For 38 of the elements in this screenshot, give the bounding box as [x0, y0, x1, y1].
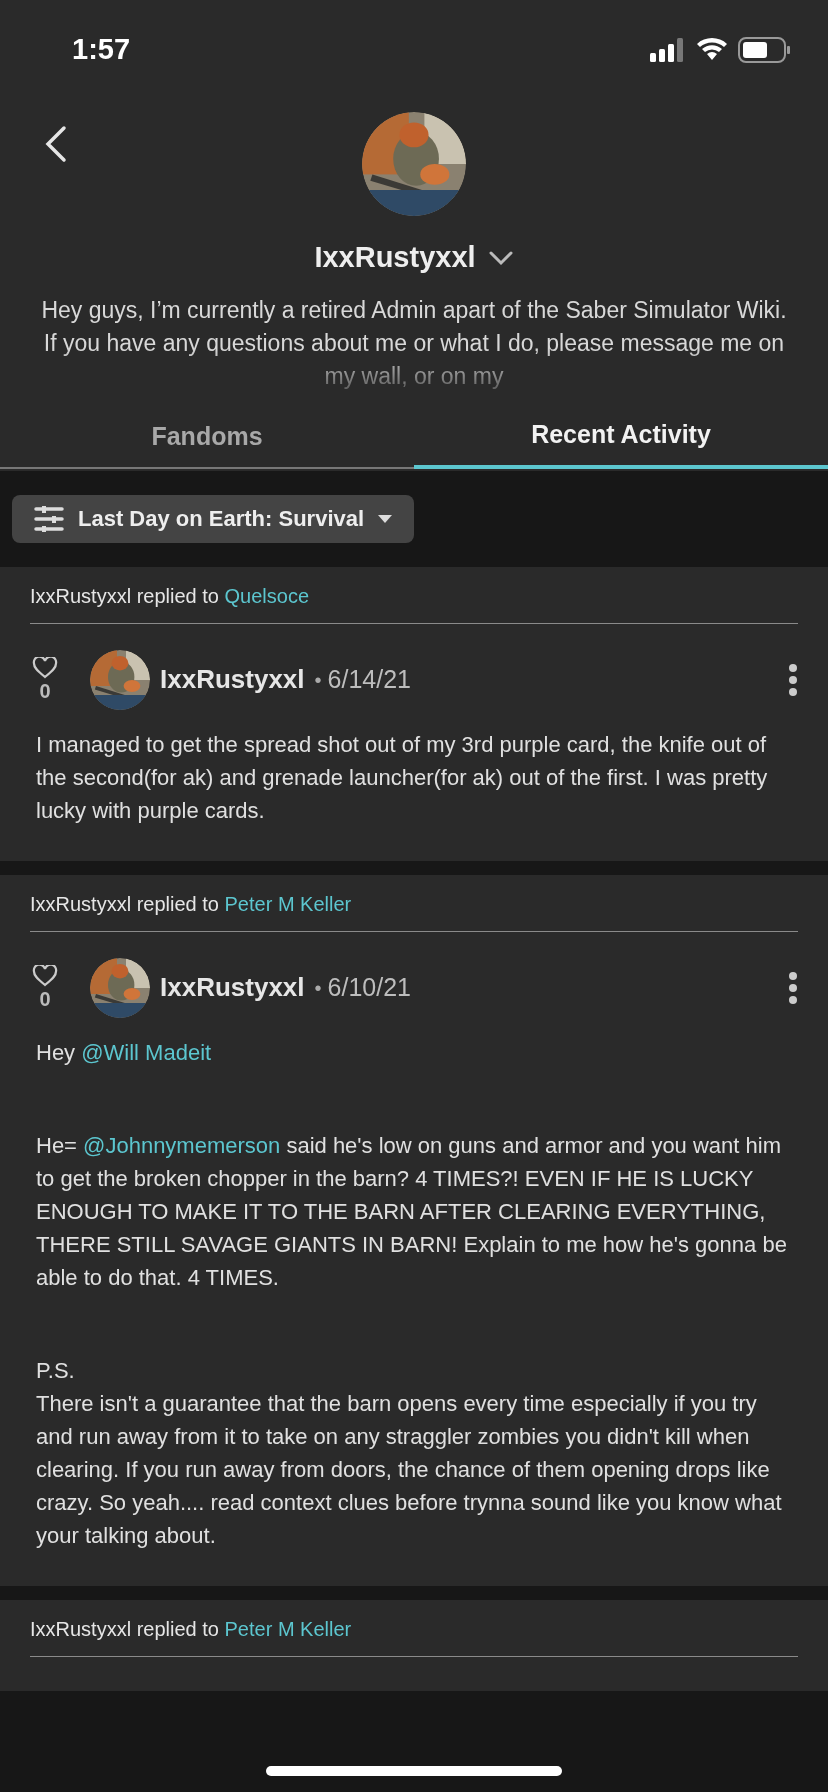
- activity-heading: IxxRustyxxl replied to Quelsoce: [30, 584, 310, 607]
- user-link[interactable]: Peter M Keller: [224, 892, 352, 915]
- heart-icon[interactable]: [32, 964, 58, 987]
- post-paragraph: I managed to get the spread shot out of my 3rd purple card, the knife out of the second(for ak) and grenade launcher(for ak) out of the first. I was pretty lucky with purple cards.: [36, 730, 769, 825]
- like-count: 0: [39, 678, 51, 703]
- more-icon[interactable]: [788, 971, 798, 1004]
- back-icon: [44, 124, 68, 164]
- heart-icon[interactable]: [32, 656, 58, 679]
- post-separator: •: [314, 975, 322, 1001]
- profile-tab[interactable]: Fandoms: [0, 404, 414, 469]
- signal-icon: [650, 38, 686, 62]
- chevron-down-icon[interactable]: [487, 249, 514, 266]
- post-author[interactable]: IxxRustyxxl: [160, 968, 305, 1007]
- fandom-filter[interactable]: Last Day on Earth: Survival: [12, 494, 415, 543]
- post-date: 6/10/21: [327, 971, 411, 1003]
- user-link[interactable]: Peter M Keller: [224, 1617, 352, 1640]
- post-paragraph: There isn't a guarantee that the barn opens every time especially if you try and run away from it to take on any straggler zombies you didn't kill when clearing. If you run away from doors, the chance of them opening drops like crazy. So yeah.... read context clues before trynna sound like you know what your talking about.: [36, 1389, 783, 1550]
- activity-heading: IxxRustyxxl replied to Peter M Keller: [30, 1617, 352, 1640]
- mention-link[interactable]: @Johnnymemerson: [83, 1132, 281, 1158]
- post-paragraph: P.S.: [36, 1356, 76, 1385]
- post-separator: •: [314, 667, 322, 693]
- like-count: 0: [39, 986, 51, 1011]
- profile-bio: Hey guys, I’m currently a retired Admin apart of the Saber Simulator Wiki. If you have any questions about me or what I do, please message me on my wall, or on my: [40, 295, 788, 391]
- post-paragraph: Hey @Will Madeit: [36, 1038, 213, 1067]
- status-time: 1:57: [72, 32, 131, 68]
- profile-username: IxxRustyxxl: [314, 240, 476, 275]
- activity-heading: IxxRustyxxl replied to Peter M Keller: [30, 892, 352, 915]
- sliders-icon: [34, 505, 64, 532]
- more-icon[interactable]: [788, 663, 798, 696]
- post-date: 6/14/21: [327, 663, 411, 695]
- wifi-icon: [696, 38, 728, 62]
- battery-icon: [738, 37, 790, 63]
- post-author[interactable]: IxxRustyxxl: [160, 660, 305, 699]
- profile-tab[interactable]: Recent Activity: [414, 404, 828, 469]
- caret-icon: [378, 514, 393, 523]
- post-paragraph: He= @Johnnymemerson said he's low on guns and armor and you want him to get the broken chopper in the barn? 4 TIMES?! EVEN IF HE IS LUCKY ENOUGH TO MAKE IT TO THE BARN AFTER CLEARING EVERYTHING, THERE STILL SAVAGE GIANTS IN BARN! Explain to me how he's gonna be able to do that. 4 TIMES.: [36, 1131, 788, 1292]
- user-link[interactable]: Quelsoce: [224, 584, 310, 607]
- mention-link[interactable]: @Will Madeit: [81, 1039, 212, 1065]
